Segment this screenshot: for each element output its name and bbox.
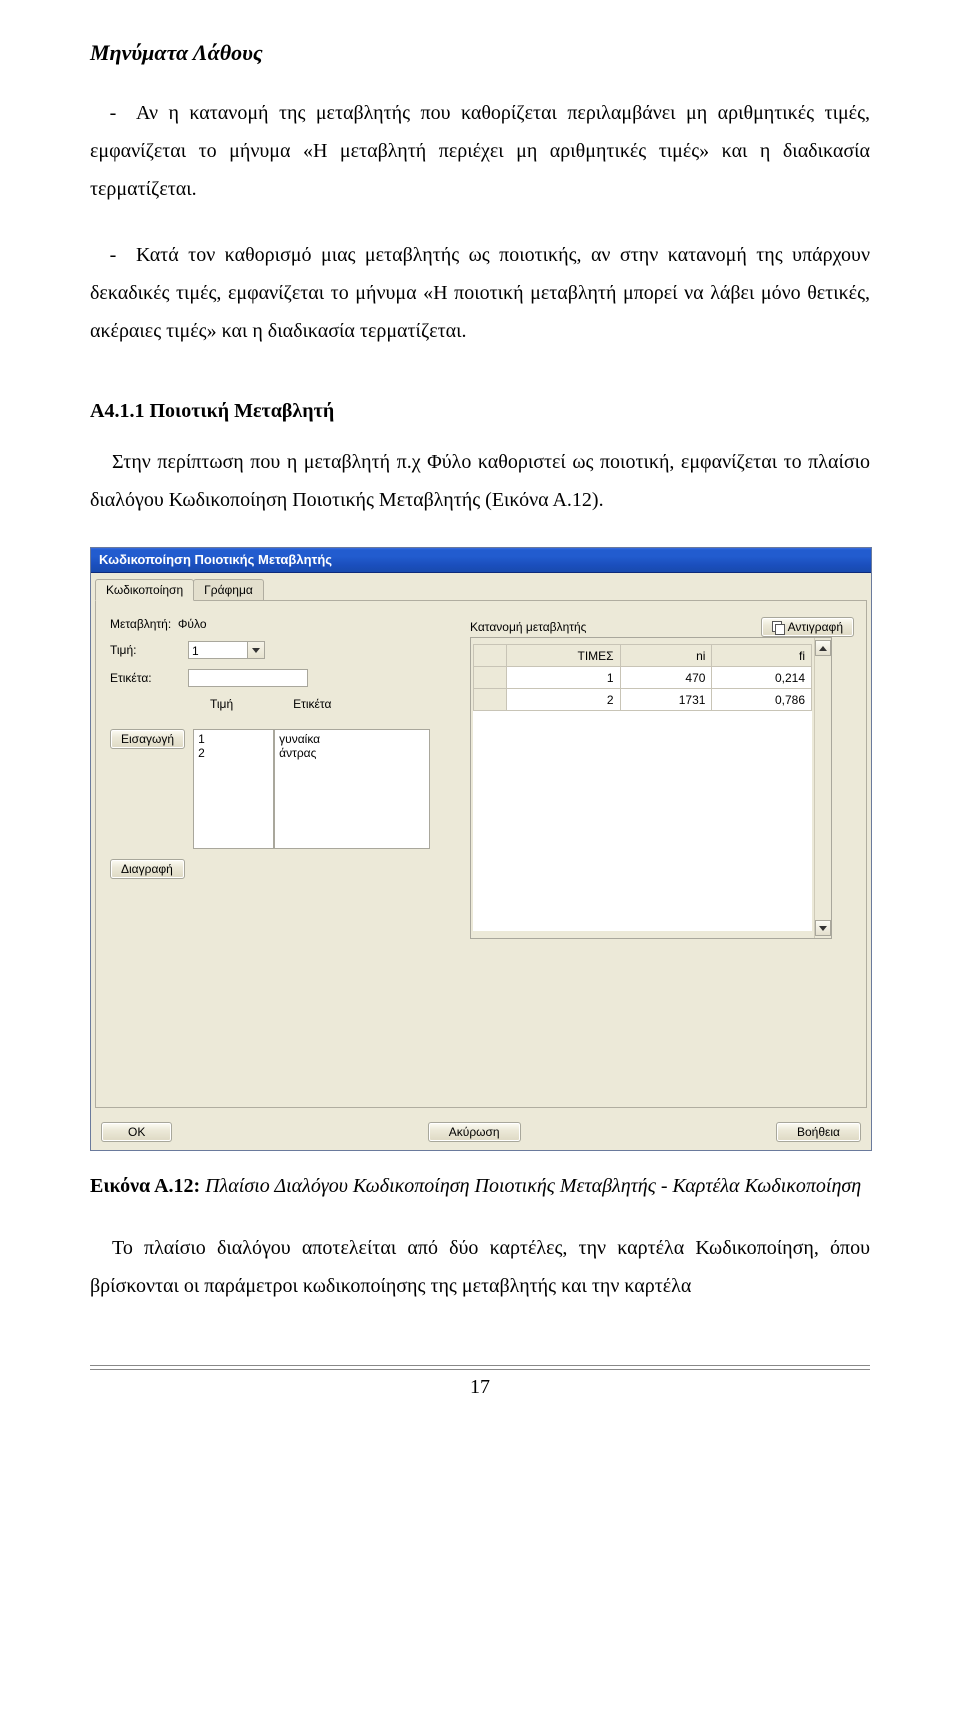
figure-caption-lead: Εικόνα Α.12:: [90, 1175, 200, 1197]
scroll-down-button[interactable]: [815, 920, 831, 936]
timi-row: Τιμή: 1: [110, 641, 430, 659]
table-header-row: ΤΙΜΕΣ ni fi: [474, 645, 812, 667]
grid-header-fi: fi: [712, 645, 812, 667]
left-column: Μεταβλητή: Φύλο Τιμή: 1 Ετικέτα: Τιμή: [110, 617, 430, 879]
grid-scrollbar[interactable]: [814, 638, 831, 938]
grid-cell[interactable]: 1731: [620, 689, 712, 711]
grid-empty-area: [473, 711, 812, 931]
dialog-tabs: Κωδικοποίηση Γράφημα: [91, 573, 871, 600]
timi-dropdown-button[interactable]: [248, 641, 265, 659]
distribution-grid-col: ΤΙΜΕΣ ni fi 1 470 0,214: [471, 638, 814, 938]
grid-header-times: ΤΙΜΕΣ: [507, 645, 621, 667]
help-button[interactable]: Βοήθεια: [776, 1122, 861, 1142]
variable-label: Μεταβλητή:: [110, 617, 171, 631]
copy-icon: [772, 621, 784, 633]
grid-rowhead-selected[interactable]: [474, 667, 507, 689]
variable-name: Φύλο: [178, 617, 207, 631]
list-header-timi: Τιμή: [210, 697, 233, 711]
subheading: Α4.1.1 Ποιοτική Μεταβλητή: [90, 400, 870, 423]
timi-label: Τιμή:: [110, 643, 188, 657]
dash-marker: -: [90, 236, 136, 274]
dash-marker: -: [90, 94, 136, 132]
grid-header-ni: ni: [620, 645, 712, 667]
tab-panel-kodikopoiisi: Μεταβλητή: Φύλο Τιμή: 1 Ετικέτα: Τιμή: [95, 600, 867, 1108]
distribution-grid[interactable]: ΤΙΜΕΣ ni fi 1 470 0,214: [473, 644, 812, 931]
footer-rule: [90, 1365, 870, 1370]
bullet2-text: Κατά τον καθορισμό μιας μεταβλητής ως πο…: [90, 244, 870, 342]
grid-rowhead[interactable]: [474, 689, 507, 711]
list-item[interactable]: 1: [198, 732, 269, 746]
grid-cell[interactable]: 0,786: [712, 689, 812, 711]
table-row[interactable]: 1 470 0,214: [474, 667, 812, 689]
right-column: Κατανομή μεταβλητής Αντιγραφή ΤΙΜΕΣ: [470, 617, 854, 939]
follow-paragraph: Το πλαίσιο διαλόγου αποτελείται από δύο …: [90, 1229, 870, 1305]
chevron-down-icon: [252, 648, 260, 653]
timi-combo[interactable]: 1: [188, 641, 265, 659]
list-header-etiketa: Ετικέτα: [293, 697, 331, 711]
list-item[interactable]: 2: [198, 746, 269, 760]
insert-button[interactable]: Εισαγωγή: [110, 729, 185, 749]
delete-button[interactable]: Διαγραφή: [110, 859, 185, 879]
distribution-grid-frame: ΤΙΜΕΣ ni fi 1 470 0,214: [470, 637, 832, 939]
grid-cell[interactable]: 0,214: [712, 667, 812, 689]
paragraph-bullet-2: -Κατά τον καθορισμό μιας μεταβλητής ως π…: [90, 236, 870, 350]
sub-paragraph: Στην περίπτωση που η μεταβλητή π.χ Φύλο …: [90, 443, 870, 519]
tab-kodikopoiisi[interactable]: Κωδικοποίηση: [95, 579, 194, 601]
section-title: Μηνύματα Λάθους: [90, 40, 870, 66]
timi-input[interactable]: 1: [188, 641, 248, 659]
figure-caption-rest: Πλαίσιο Διαλόγου Κωδικοποίηση Ποιοτικής …: [200, 1175, 861, 1197]
document-page: Μηνύματα Λάθους -Αν η κατανομή της μεταβ…: [0, 0, 960, 1439]
list-timi[interactable]: 1 2: [193, 729, 274, 849]
list-etiketa[interactable]: γυναίκα άντρας: [274, 729, 430, 849]
variable-row: Μεταβλητή: Φύλο: [110, 617, 430, 631]
cancel-button[interactable]: Ακύρωση: [428, 1122, 521, 1142]
bullet1-text: Αν η κατανομή της μεταβλητής που καθορίζ…: [90, 102, 870, 200]
chevron-up-icon: [819, 646, 827, 651]
table-row[interactable]: 2 1731 0,786: [474, 689, 812, 711]
list-item[interactable]: άντρας: [279, 746, 425, 760]
figure-caption: Εικόνα Α.12: Πλαίσιο Διαλόγου Κωδικοποίη…: [90, 1169, 870, 1203]
copy-button[interactable]: Αντιγραφή: [761, 617, 854, 637]
distribution-title: Κατανομή μεταβλητής: [470, 620, 586, 634]
etiketa-label: Ετικέτα:: [110, 671, 188, 685]
right-title-row: Κατανομή μεταβλητής Αντιγραφή: [470, 617, 854, 637]
ok-button[interactable]: OK: [101, 1122, 172, 1142]
dialog-window: Κωδικοποίηση Ποιοτικής Μεταβλητής Κωδικο…: [90, 547, 872, 1151]
copy-button-label: Αντιγραφή: [788, 620, 843, 634]
paragraph-bullet-1: -Αν η κατανομή της μεταβλητής που καθορί…: [90, 94, 870, 208]
list-item[interactable]: γυναίκα: [279, 732, 425, 746]
grid-cell[interactable]: 1: [507, 667, 621, 689]
scroll-up-button[interactable]: [815, 640, 831, 656]
list-headers: Τιμή Ετικέτα: [210, 697, 430, 711]
etiketa-row: Ετικέτα:: [110, 669, 430, 687]
grid-cell[interactable]: 470: [620, 667, 712, 689]
list-buttons-column: Εισαγωγή Διαγραφή: [110, 729, 185, 879]
page-number: 17: [90, 1376, 870, 1399]
grid-corner-cell: [474, 645, 507, 667]
lists-area: Εισαγωγή Διαγραφή 1 2 γυναίκα άντρας: [110, 729, 430, 879]
dialog-bottom-bar: OK Ακύρωση Βοήθεια: [91, 1114, 871, 1150]
grid-cell[interactable]: 2: [507, 689, 621, 711]
chevron-down-icon: [819, 926, 827, 931]
etiketa-input[interactable]: [188, 669, 308, 687]
tab-grafima[interactable]: Γράφημα: [193, 579, 264, 600]
dialog-titlebar: Κωδικοποίηση Ποιοτικής Μεταβλητής: [91, 548, 871, 573]
